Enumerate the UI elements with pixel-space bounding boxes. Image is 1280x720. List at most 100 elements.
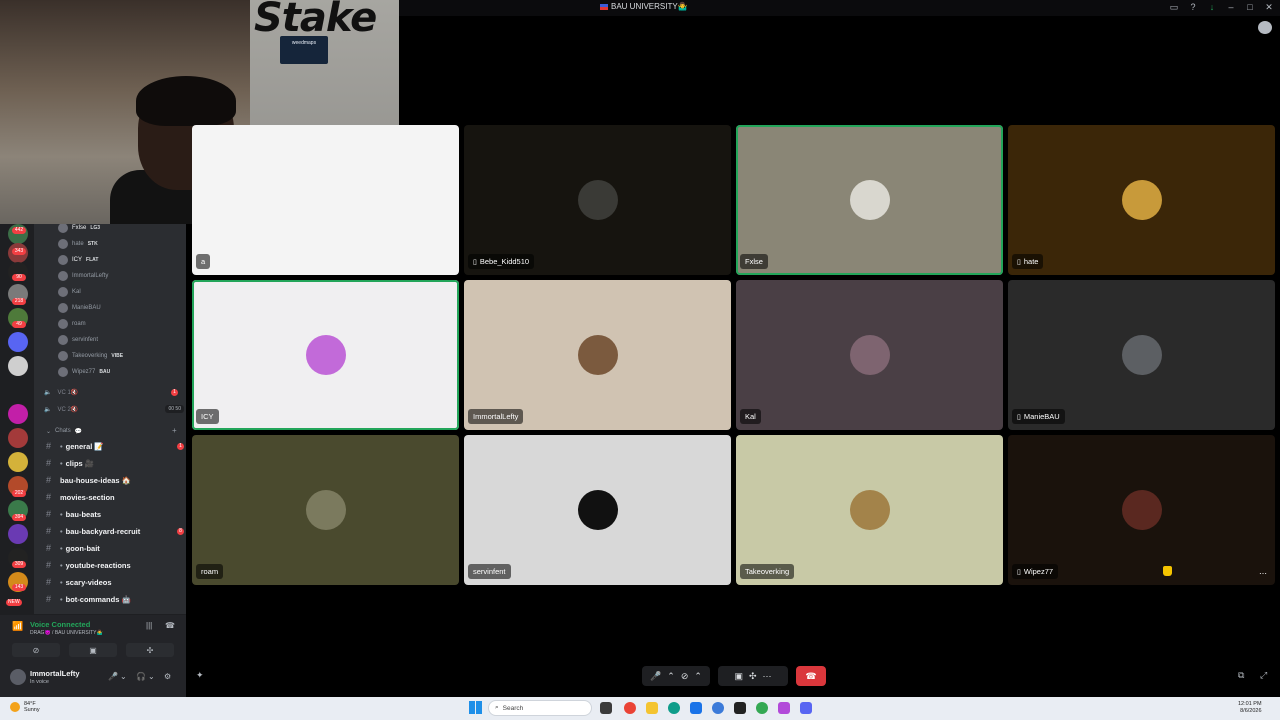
camera-off-icon[interactable]: ⊘: [681, 671, 689, 682]
fullscreen-icon[interactable]: ⤢: [1260, 670, 1267, 681]
activities-icon[interactable]: ✣: [749, 671, 757, 682]
more-options-icon[interactable]: ⋯: [1259, 569, 1267, 578]
pop-out-icon[interactable]: ⧉: [1238, 670, 1244, 681]
chat-toggle-icon[interactable]: [1258, 21, 1272, 34]
channel-bau-house-ideas[interactable]: # bau-house-ideas 🏠: [46, 472, 184, 488]
server-icon[interactable]: [8, 452, 28, 472]
channel-movies-section[interactable]: # movies-section: [46, 489, 184, 505]
disconnect-icon[interactable]: ☎: [165, 621, 175, 630]
disconnect-button[interactable]: ☎: [796, 666, 826, 686]
unread-badge: 1: [171, 389, 178, 396]
video-tile[interactable]: ImmortalLefty: [464, 280, 731, 430]
video-tile[interactable]: ▯ hate: [1008, 125, 1275, 275]
maximize-button[interactable]: □: [1245, 2, 1255, 13]
noise-suppression-icon[interactable]: |||: [146, 621, 152, 630]
server-icon[interactable]: [8, 356, 28, 376]
obs-icon[interactable]: [734, 702, 746, 714]
server-icon[interactable]: [8, 404, 28, 424]
voice-user[interactable]: ManieBAU: [58, 301, 101, 315]
participant-label: ▯ Bebe_Kidd510: [468, 254, 535, 269]
file-explorer-icon[interactable]: [646, 702, 658, 714]
channel-youtube-reactions[interactable]: # • youtube-reactions: [46, 557, 184, 573]
activities-button[interactable]: ✣: [126, 643, 174, 657]
close-button[interactable]: ✕: [1264, 2, 1274, 13]
channel-goon-bait[interactable]: # • goon-bait: [46, 540, 184, 556]
avatar[interactable]: [10, 669, 26, 685]
voice-user[interactable]: Wipez77 BAU: [58, 365, 110, 379]
edge-icon[interactable]: [668, 702, 680, 714]
video-tile[interactable]: Takeoverking: [736, 435, 1003, 585]
call-actions: ▣ ✣ ⋯: [718, 666, 788, 686]
video-tile[interactable]: ICY: [192, 280, 459, 430]
voice-user[interactable]: ICY FLAT: [58, 253, 98, 267]
system-clock[interactable]: 12:01 PM 8/6/2026: [1238, 701, 1262, 715]
window-title: BAU UNIVERSITY🤷‍♂️: [600, 2, 688, 11]
inbox-icon[interactable]: ▭: [1169, 2, 1179, 13]
chrome-app-icon[interactable]: [756, 702, 768, 714]
channel-scary-videos[interactable]: # • scary-videos: [46, 574, 184, 590]
participant-label: ▯ hate: [1012, 254, 1044, 269]
voice-user[interactable]: hate STK: [58, 237, 98, 251]
voice-user[interactable]: ImmortalLefty: [58, 269, 108, 283]
server-icon[interactable]: [8, 428, 28, 448]
username[interactable]: ImmortalLefty: [30, 669, 80, 678]
mic-camera-controls: 🎤 ⌃ ⊘ ⌃: [642, 666, 710, 686]
add-channel-icon[interactable]: +: [172, 426, 177, 435]
video-tile[interactable]: Kal: [736, 280, 1003, 430]
voice-channel[interactable]: 🔈 VC 2🔇 00 50: [44, 402, 184, 416]
screen-share-button[interactable]: ▣: [69, 643, 117, 657]
mention-badge: 90: [12, 274, 26, 281]
app-icon[interactable]: [778, 702, 790, 714]
store-icon[interactable]: [690, 702, 702, 714]
channel-bau-backyard-recruit[interactable]: # • bau-backyard-recruit 8: [46, 523, 184, 539]
download-icon[interactable]: ↓: [1207, 2, 1217, 13]
server-icon[interactable]: [8, 524, 28, 544]
help-icon[interactable]: ?: [1188, 2, 1198, 13]
windows-start-icon[interactable]: [469, 701, 482, 714]
headphones-icon[interactable]: 🎧: [136, 672, 146, 681]
chevron-down-icon[interactable]: ⌄: [120, 672, 127, 681]
avatar: [578, 180, 618, 220]
channel-bot-commands[interactable]: # • bot-commands 🤖: [46, 591, 184, 607]
discord-icon[interactable]: [800, 702, 812, 714]
camera-off-button[interactable]: ⊘: [12, 643, 60, 657]
weather-widget[interactable]: 84°F Sunny: [10, 701, 40, 713]
voice-channel[interactable]: 🔈 VC 1🔇: [44, 385, 184, 399]
video-tile[interactable]: ▯ Bebe_Kidd510: [464, 125, 731, 275]
channel-clips[interactable]: # • clips 🎥: [46, 455, 184, 471]
chevron-up-icon[interactable]: ⌃: [694, 671, 702, 682]
video-tile[interactable]: a: [192, 125, 459, 275]
screen-share-icon[interactable]: ▣: [734, 671, 743, 682]
microphone-icon[interactable]: 🎤: [108, 672, 118, 681]
video-tile[interactable]: Fxlse: [736, 125, 1003, 275]
voice-channel-path[interactable]: DRAG😈 / BAU UNIVERSITY🤷‍♂️: [30, 630, 103, 636]
microphone-icon[interactable]: 🎤: [650, 671, 661, 682]
video-tile[interactable]: ▯ ManieBAU: [1008, 280, 1275, 430]
voice-user[interactable]: servinfent: [58, 333, 98, 347]
server-icon[interactable]: [8, 332, 28, 352]
minimize-button[interactable]: –: [1226, 2, 1236, 13]
taskbar-search[interactable]: ⌕ Search: [488, 700, 592, 716]
avatar: [850, 180, 890, 220]
browser-icon[interactable]: [712, 702, 724, 714]
mention-badge: 49: [12, 321, 26, 328]
chevron-up-icon[interactable]: ⌃: [667, 671, 675, 682]
channel-bau-beats[interactable]: # • bau-beats: [46, 506, 184, 522]
channel-general[interactable]: # • general 📝 1: [46, 438, 184, 454]
category-chats[interactable]: ⌄ Chats 💬: [46, 428, 82, 435]
voice-user[interactable]: roam: [58, 317, 86, 331]
video-tile[interactable]: ▯ Wipez77 ⋯: [1008, 435, 1275, 585]
settings-gear-icon[interactable]: ⚙: [164, 672, 171, 681]
soundboard-icon[interactable]: ✦: [196, 670, 204, 681]
voice-user[interactable]: Kal: [58, 285, 81, 299]
task-view-icon[interactable]: [600, 702, 612, 714]
hash-icon: #: [46, 526, 52, 536]
voice-user[interactable]: Takeoverking VIBE: [58, 349, 123, 363]
video-tile[interactable]: servinfent: [464, 435, 731, 585]
more-options-icon[interactable]: ⋯: [763, 671, 772, 682]
avatar: [58, 303, 68, 313]
video-tile[interactable]: roam: [192, 435, 459, 585]
signal-icon[interactable]: 📶: [12, 621, 23, 632]
chevron-down-icon[interactable]: ⌄: [148, 672, 155, 681]
chrome-icon[interactable]: [624, 702, 636, 714]
